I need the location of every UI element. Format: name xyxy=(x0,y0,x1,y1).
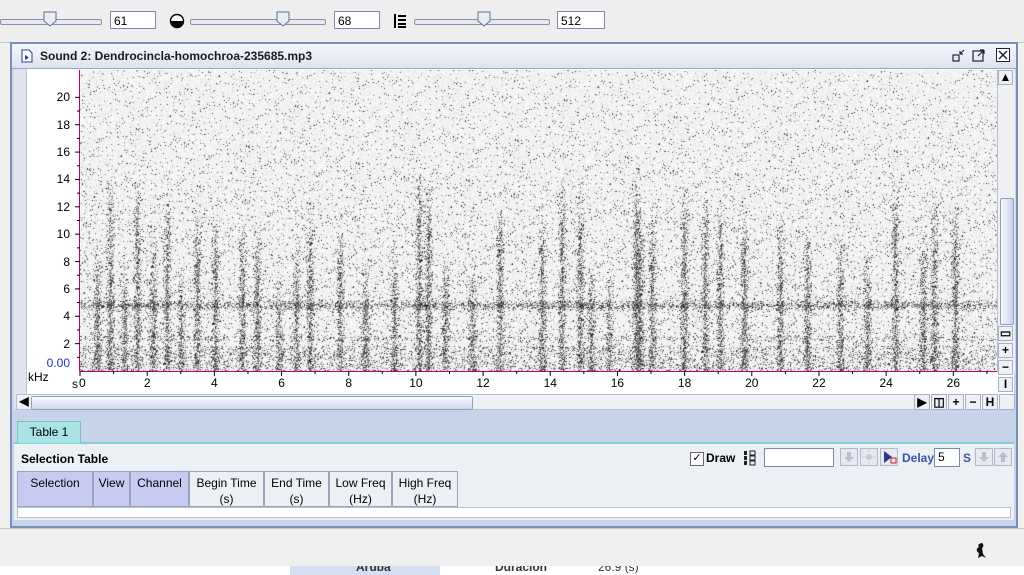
col-high-freq[interactable]: High Freq (Hz) xyxy=(392,471,458,507)
scroll-up-button[interactable]: ▲ xyxy=(998,70,1013,85)
move-up-button[interactable] xyxy=(994,448,1012,466)
background-left-text: Aruba xyxy=(356,566,391,574)
col-high-freq-label: High Freq xyxy=(398,476,452,490)
vertical-scroll-thumb[interactable] xyxy=(1000,198,1014,325)
background-window: Aruba Duración 26.9 (s) xyxy=(0,566,1024,575)
selection-table-panel: Selection Table ✓ Draw Delay: 5 S Select… xyxy=(14,444,1014,520)
background-duration-label: Duración xyxy=(495,566,548,574)
spectrogram-image[interactable] xyxy=(80,70,997,371)
col-high-freq-unit: (Hz) xyxy=(413,492,437,506)
col-view[interactable]: View xyxy=(93,471,130,507)
col-view-label: View xyxy=(98,476,125,490)
arrow-down-icon xyxy=(979,452,989,462)
bird-icon xyxy=(976,543,986,558)
zoom-out-time-button[interactable]: − xyxy=(965,394,981,410)
horizontal-scroll-thumb[interactable] xyxy=(31,396,473,410)
split-view-button[interactable]: ◫ xyxy=(931,394,947,410)
status-bar xyxy=(0,528,1024,567)
tab-table-1[interactable]: Table 1 xyxy=(17,421,81,443)
col-end-time-unit: (s) xyxy=(289,492,304,506)
draw-label: Draw xyxy=(706,451,736,465)
col-end-time[interactable]: End Time (s) xyxy=(264,471,329,507)
arrow-up-icon xyxy=(998,452,1008,462)
col-begin-time-label: Begin Time xyxy=(196,476,257,490)
selection-table-body[interactable] xyxy=(17,507,1011,518)
col-low-freq[interactable]: Low Freq (Hz) xyxy=(329,471,392,507)
draw-input-field[interactable] xyxy=(764,448,834,467)
delay-input[interactable]: 5 xyxy=(934,448,960,467)
col-low-freq-unit: (Hz) xyxy=(349,492,372,506)
delay-unit-label: S xyxy=(963,451,972,465)
background-duration-value: 26.9 (s) xyxy=(598,566,639,574)
scroll-left-button[interactable]: ◀ xyxy=(16,394,32,410)
step-down-icon xyxy=(844,452,854,462)
play-all-button[interactable] xyxy=(860,448,878,466)
col-selection[interactable]: Selection xyxy=(17,471,93,507)
full-time-button[interactable]: H xyxy=(982,394,998,410)
delay-label: Delay: xyxy=(902,451,939,465)
col-selection-label: Selection xyxy=(30,476,80,490)
selection-table-title: Selection Table xyxy=(21,452,109,466)
move-down-button[interactable] xyxy=(975,448,993,466)
col-begin-time[interactable]: Begin Time (s) xyxy=(189,471,264,507)
full-freq-button[interactable]: I xyxy=(998,377,1013,392)
zoom-in-time-button[interactable]: + xyxy=(948,394,964,410)
step-down-button[interactable] xyxy=(840,448,858,466)
zoom-in-freq-button[interactable]: + xyxy=(998,343,1013,358)
col-channel-label: Channel xyxy=(137,476,182,490)
sun-icon xyxy=(862,450,876,464)
fit-view-button[interactable]: ▭ xyxy=(998,326,1013,341)
draw-checkbox[interactable]: ✓ xyxy=(690,452,704,466)
draw-options-icon[interactable] xyxy=(743,450,757,466)
corner-box xyxy=(999,394,1015,410)
col-low-freq-label: Low Freq xyxy=(335,476,386,490)
horizontal-scrollbar[interactable] xyxy=(16,394,930,410)
table-tab-row: Table 1 xyxy=(14,418,1014,444)
play-icon xyxy=(884,451,897,464)
play-selection-button[interactable] xyxy=(880,448,898,466)
scroll-right-button[interactable]: ▶ xyxy=(914,394,930,410)
col-begin-time-unit: (s) xyxy=(219,492,234,506)
col-end-time-label: End Time xyxy=(271,476,322,490)
col-channel[interactable]: Channel xyxy=(130,471,189,507)
zoom-out-freq-button[interactable]: − xyxy=(998,360,1013,375)
